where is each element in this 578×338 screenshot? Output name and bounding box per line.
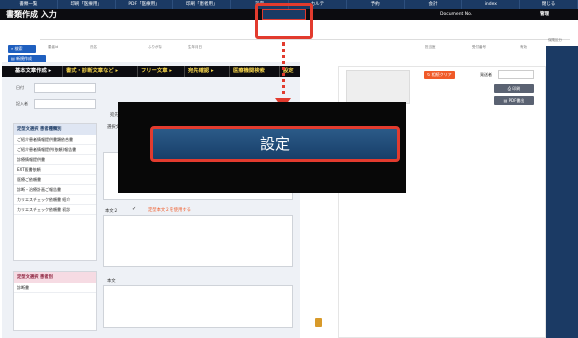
arrow-line [282, 42, 285, 102]
list-item[interactable]: 医療ご依頼書 [14, 175, 96, 185]
meta-patient-id: 患者id [48, 45, 59, 49]
pdf-export-button[interactable]: ▤ PDF書出 [494, 96, 534, 105]
tab-institution-search[interactable]: 医療機関検索 [229, 66, 268, 77]
meta-doctor: 担当医 [425, 45, 436, 49]
right-sidebar [546, 46, 578, 338]
new-button-label: 新規作成 [16, 56, 33, 61]
list-item[interactable]: 診療情報提供書 [14, 155, 96, 165]
tab-bar: 基本文章作成 ▸ 書式・診断文章など ▸ フリー文章 ▸ 宛先確認 ▸ 医療機関… [2, 66, 300, 77]
author-label: 記入者 [16, 101, 28, 106]
meta-valid: 有効 [520, 45, 527, 49]
meta-reception: 受付番号 [472, 45, 486, 49]
meta-birthdate: 生年月日 [188, 45, 202, 49]
document-number-label: Document No. [440, 12, 473, 17]
pdf-button-label: PDF書出 [508, 98, 525, 103]
list-item[interactable]: 診断・治療計画ご報告書 [14, 185, 96, 195]
preview-box [346, 70, 410, 104]
search-button[interactable]: ⌕ 検索 [8, 45, 36, 53]
honbun-label: 本文 [107, 279, 116, 284]
nav-close[interactable]: 閉じる [520, 0, 578, 9]
page-title: 書類作成 入力 [6, 10, 57, 19]
nav-print-medical[interactable]: 印刷「医療用」 [58, 0, 116, 9]
clear-button[interactable]: ↻ 相続クリア [424, 71, 455, 79]
tab-free-text[interactable]: フリー文章 ▸ [137, 66, 175, 77]
fixed-text-list-patient-header: 定型文選択 患者別 [14, 272, 96, 283]
lock-icon[interactable] [315, 318, 322, 327]
honbun2-checkbox[interactable]: ✓ [132, 206, 136, 212]
honbun2-use-note: 定型本文２を使用する [148, 208, 191, 213]
clear-button-label: 相続クリア [431, 72, 452, 77]
meta-furigana: ふりがな [148, 45, 162, 49]
zoom-overlay: 設定 [118, 102, 406, 193]
print-button[interactable]: ⎙ 印刷 [494, 84, 534, 93]
honbun2-textarea[interactable] [103, 215, 293, 267]
nav-print-patient[interactable]: 印刷「患者用」 [173, 0, 232, 9]
author-field[interactable] [34, 99, 96, 109]
list-item[interactable]: カリエスチェック依頼書 初診 [14, 205, 96, 215]
date-label: 日付 [16, 85, 24, 90]
list-item[interactable]: ご紹介患者情報提供(依頼)報告書 [14, 145, 96, 155]
tab-basic-text[interactable]: 基本文章作成 ▸ [12, 66, 55, 77]
nav-appointment[interactable]: 予約 [347, 0, 405, 9]
print-button-label: 印刷 [512, 86, 521, 91]
meta-insurance: 保険区分 [548, 38, 562, 42]
honbun2-label: 本文２ [105, 209, 118, 214]
list-item[interactable]: ご紹介患者情報提供書類依合書 [14, 135, 96, 145]
search-button-label: 検索 [14, 46, 23, 51]
tab-format-diagnosis[interactable]: 書式・診断文章など ▸ [62, 66, 121, 77]
list-item[interactable]: 診断書 [14, 283, 96, 293]
tab-destination[interactable]: 宛先確認 ▸ [184, 66, 217, 77]
nav-index[interactable]: index [462, 0, 521, 9]
highlight-frame [255, 3, 313, 39]
nav-pdf-medical[interactable]: PDF「医療用」 [116, 0, 174, 9]
fixed-text-list: 定型文選択 患者種類別 ご紹介患者情報提供書類依合書 ご紹介患者情報提供(依頼)… [13, 123, 97, 261]
settings-button-zoomed[interactable]: 設定 [150, 126, 400, 162]
recipient-field[interactable] [498, 70, 534, 79]
list-item[interactable]: EXT医書依頼 [14, 165, 96, 175]
admin-label: 管理 [540, 12, 549, 17]
recipient-label: 発送者 [480, 72, 492, 77]
nav-document-list[interactable]: 書類一覧 [0, 0, 58, 9]
date-field[interactable] [34, 83, 96, 93]
honbun-textarea[interactable] [103, 285, 293, 328]
list-item[interactable]: カリエスチェック依頼書 紹介 [14, 195, 96, 205]
meta-name: 氏名 [90, 45, 97, 49]
nav-accounting[interactable]: 会計 [405, 0, 463, 9]
fixed-text-list-patient: 定型文選択 患者別 診断書 [13, 271, 97, 331]
fixed-text-list-header: 定型文選択 患者種類別 [14, 124, 96, 135]
